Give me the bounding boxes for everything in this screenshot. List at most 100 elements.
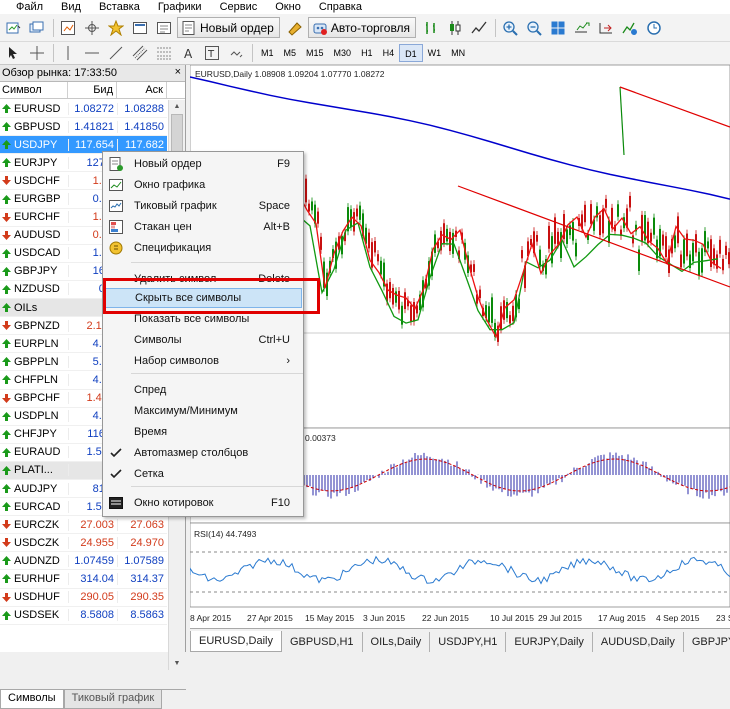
period-m1-button[interactable]: M1	[256, 44, 279, 62]
market-watch-row[interactable]: EURUSD 1.08272 1.08288	[0, 100, 167, 119]
strategy-tester-icon[interactable]	[153, 18, 175, 38]
market-watch-row[interactable]: GBPUSD 1.41821 1.41850	[0, 118, 167, 137]
period-m15-button[interactable]: M15	[301, 44, 329, 62]
candle-body	[566, 229, 568, 244]
chart-tab[interactable]: EURJPY,Daily	[506, 632, 593, 652]
column-header-ask[interactable]: Аск	[117, 82, 167, 98]
new-chart-button[interactable]	[2, 18, 24, 38]
market-watch-row[interactable]: USDCZK 24.955 24.970	[0, 534, 167, 553]
market-watch-toggle-icon[interactable]	[57, 18, 79, 38]
period-m5-button[interactable]: M5	[279, 44, 302, 62]
menu-window[interactable]: Окно	[266, 0, 310, 14]
menu-view[interactable]: Вид	[52, 0, 90, 14]
context-menu-item[interactable]: Набор символов ›	[104, 351, 302, 371]
market-watch-tabs: Символы Тиковый график	[0, 689, 186, 709]
fibonacci-icon[interactable]	[153, 43, 175, 63]
zoom-in-icon[interactable]	[499, 18, 521, 38]
date-axis-label: 23 S	[716, 613, 730, 623]
context-menu-item[interactable]: Окно котировок F10	[104, 493, 302, 513]
context-menu-item[interactable]: Сетка	[104, 464, 302, 484]
chart-tab[interactable]: GBPJPY,H1	[684, 632, 730, 652]
context-menu-item[interactable]: Спецификация	[104, 238, 302, 258]
tick-chart-icon	[104, 196, 128, 216]
horizontal-line-icon[interactable]	[81, 43, 103, 63]
equidistant-channel-icon[interactable]	[129, 43, 151, 63]
context-menu-item[interactable]: Стакан цен Alt+B	[104, 217, 302, 237]
context-menu-item[interactable]: Автоmазмер столбцов	[104, 443, 302, 463]
crosshair-icon[interactable]	[26, 43, 48, 63]
line-chart-icon[interactable]	[468, 18, 490, 38]
menu-charts[interactable]: Графики	[149, 0, 211, 14]
vertical-line-icon[interactable]	[57, 43, 79, 63]
column-header-bid[interactable]: Бид	[68, 82, 117, 98]
symbol-name: EURCZK	[14, 518, 60, 531]
candle-body	[509, 315, 511, 324]
period-w1-button[interactable]: W1	[423, 44, 447, 62]
periods-dropdown-icon[interactable]	[643, 18, 665, 38]
chart-tab[interactable]: AUDUSD,Daily	[593, 632, 684, 652]
close-icon[interactable]: ×	[175, 66, 181, 78]
terminal-icon[interactable]	[129, 18, 151, 38]
period-m30-button[interactable]: M30	[329, 44, 357, 62]
arrows-dropdown-icon[interactable]	[225, 43, 247, 63]
candle-body	[392, 287, 394, 305]
navigator-icon[interactable]	[105, 18, 127, 38]
menu-icon-slot	[104, 351, 128, 371]
menu-help[interactable]: Справка	[310, 0, 371, 14]
candlestick-chart-icon[interactable]	[444, 18, 466, 38]
context-menu-item[interactable]: Символы Ctrl+U	[104, 330, 302, 350]
tab-symbols[interactable]: Символы	[0, 690, 64, 709]
symbol-cell: GBPPLN	[0, 356, 68, 368]
market-watch-row[interactable]: AUDNZD 1.07459 1.07589	[0, 552, 167, 571]
chart-tab[interactable]: USDJPY,H1	[430, 632, 507, 652]
tile-windows-icon[interactable]	[547, 18, 569, 38]
autotrading-button[interactable]: Авто-торговля	[307, 17, 417, 38]
chart-tab[interactable]: GBPUSD,H1	[282, 632, 363, 652]
context-menu-item[interactable]: Новый ордер F9	[104, 154, 302, 174]
column-header-symbol[interactable]: Символ	[0, 82, 68, 98]
date-axis-label: 3 Jun 2015	[363, 613, 406, 623]
market-watch-row[interactable]: USDSEK 8.5808 8.5863	[0, 607, 167, 625]
menu-file[interactable]: Файл	[0, 0, 52, 14]
metaeditor-icon[interactable]	[284, 18, 306, 38]
menu-tools[interactable]: Сервис	[211, 0, 267, 14]
bid-cell: 1.07459	[68, 554, 117, 567]
market-watch-row[interactable]: EURHUF 314.04 314.37	[0, 570, 167, 589]
ask-cell: 1.08288	[117, 102, 167, 115]
cursor-icon[interactable]	[2, 43, 24, 63]
zoom-out-icon[interactable]	[523, 18, 545, 38]
context-menu-label: Сетка	[134, 468, 164, 480]
context-menu-item[interactable]: Максимум/Минимум	[104, 401, 302, 421]
trendline-icon[interactable]	[105, 43, 127, 63]
indicators-icon[interactable]	[619, 18, 641, 38]
text-box-icon[interactable]: T	[201, 43, 223, 63]
drawing-toolbar: A T M1 M5 M15 M30 H1 H4 D1 W1 MN	[0, 42, 730, 65]
context-menu-shortcut: ›	[286, 355, 290, 367]
period-h4-button[interactable]: H4	[378, 44, 400, 62]
text-label-icon[interactable]: A	[177, 43, 199, 63]
symbol-cell: USDHUF	[0, 591, 68, 603]
period-h1-button[interactable]: H1	[356, 44, 378, 62]
scroll-up-icon[interactable]: ▲	[169, 100, 185, 113]
context-menu-item[interactable]: Окно графика	[104, 175, 302, 195]
context-menu-item[interactable]: Тиковый график Space	[104, 196, 302, 216]
new-order-button[interactable]: Новый ордер	[177, 17, 280, 38]
profiles-button[interactable]	[26, 18, 48, 38]
data-window-icon[interactable]	[81, 18, 103, 38]
date-axis-label: 15 May 2015	[305, 613, 355, 623]
scroll-down-icon[interactable]: ▼	[169, 657, 185, 670]
context-menu-label: Время	[134, 426, 168, 438]
auto-scroll-icon[interactable]	[571, 18, 593, 38]
bar-chart-icon[interactable]	[420, 18, 442, 38]
context-menu-item[interactable]: Время	[104, 422, 302, 442]
market-watch-row[interactable]: EURCZK 27.003 27.063	[0, 516, 167, 535]
chart-tab[interactable]: OILs,Daily	[363, 632, 431, 652]
chart-tab[interactable]: EURUSD,Daily	[190, 631, 282, 652]
period-mn-button[interactable]: MN	[446, 44, 470, 62]
context-menu-item[interactable]: Спред	[104, 380, 302, 400]
period-d1-button[interactable]: D1	[399, 44, 423, 62]
tab-tick-chart[interactable]: Тиковый график	[63, 690, 163, 709]
chart-shift-icon[interactable]	[595, 18, 617, 38]
menu-insert[interactable]: Вставка	[90, 0, 149, 14]
market-watch-row[interactable]: USDHUF 290.05 290.35	[0, 589, 167, 607]
